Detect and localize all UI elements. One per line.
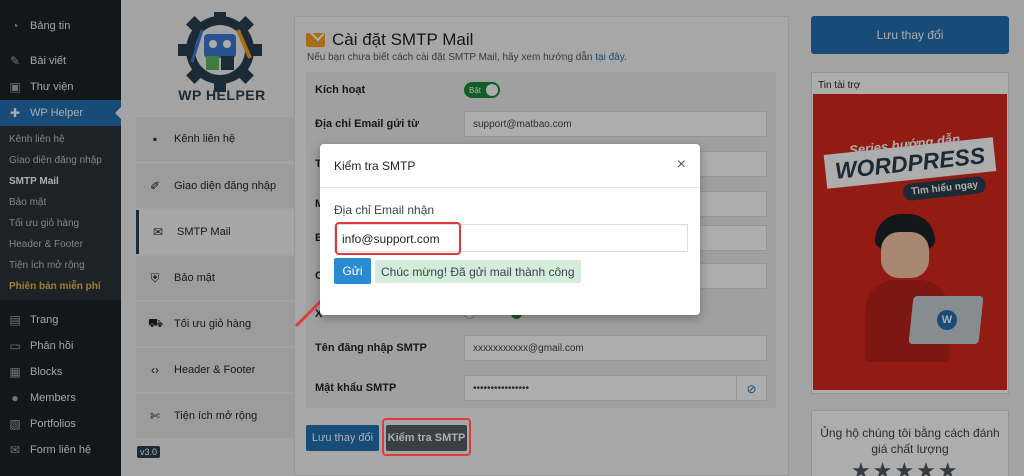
email-input-highlight <box>335 222 461 255</box>
modal-title: Kiểm tra SMTP <box>334 159 416 173</box>
test-button-highlight <box>382 418 471 456</box>
recipient-label: Địa chỉ Email nhận <box>334 203 435 217</box>
success-message: Chúc mừng! Đã gửi mail thành công <box>375 260 581 283</box>
send-button[interactable]: Gửi <box>334 258 371 284</box>
close-icon[interactable]: × <box>677 156 686 174</box>
modal-header: Kiểm tra SMTP × <box>320 144 700 188</box>
